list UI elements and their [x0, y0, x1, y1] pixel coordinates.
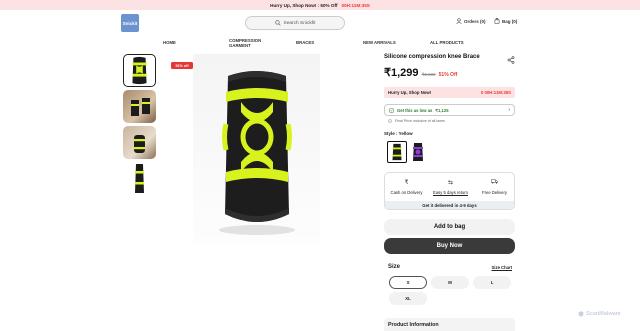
buy-now-button[interactable]: Buy Now	[384, 238, 515, 254]
discount-percent: 51% Off	[438, 72, 458, 78]
return-icon: ⇆	[447, 180, 454, 186]
leg-thumbnail-image	[134, 135, 145, 153]
size-header: Size Size Chart	[388, 264, 512, 270]
hurry-banner: Hurry Up, Shop Now! 0 00H:11M:35S	[384, 87, 515, 98]
purple-swatch-image	[413, 143, 423, 161]
final-price-text: Final Price inclusive of all taxes	[395, 119, 445, 123]
knee-brace-thumbnail-image	[132, 56, 147, 85]
size-option-xl[interactable]: XL	[389, 292, 427, 305]
rupee-icon: ₹	[404, 180, 409, 186]
chevron-right-icon: ›	[508, 107, 510, 113]
orders-link[interactable]: Orders (0)	[456, 18, 486, 24]
add-to-bag-button[interactable]: Add to bag	[384, 219, 515, 235]
sale-price: ₹1,299	[384, 67, 419, 79]
benefit-free-delivery-label: Free Delivery	[482, 190, 507, 195]
bag-icon	[494, 18, 500, 24]
site-header: Snickit Search Snickfit Orders (0) Bag (…	[0, 10, 640, 36]
promo-bar: Hurry Up, Shop Now! : 50% Off 00H:11M:35…	[0, 0, 640, 10]
size-option-l[interactable]: L	[473, 276, 511, 289]
search-placeholder: Search Snickfit	[283, 20, 316, 26]
price-row: ₹1,299 ₹2,699 51% Off	[384, 66, 457, 79]
orders-label: Orders (0)	[464, 18, 486, 24]
nav-item-home[interactable]: HOME	[163, 40, 176, 45]
hurry-timer: 0 00H:11M:35S	[480, 90, 511, 95]
main-product-image[interactable]	[193, 54, 320, 244]
nav-item-braces[interactable]: BRACES	[296, 40, 314, 45]
style-option-purple[interactable]	[408, 141, 428, 163]
product-details: Silicone compression knee Brace ₹1,299 ₹…	[384, 54, 515, 331]
offer-price-box[interactable]: Get this as low as ₹1,125 ›	[384, 104, 515, 116]
thumbnail-list	[123, 54, 156, 198]
size-chart-link[interactable]: Size Chart	[492, 265, 512, 270]
discount-badge: 51% off	[171, 62, 193, 69]
thumbnail-4[interactable]	[123, 162, 156, 195]
benefit-cod: ₹ Cash on Delivery	[385, 179, 428, 195]
size-option-s[interactable]: S	[389, 276, 427, 289]
logo[interactable]: Snickit	[121, 14, 139, 32]
product-information-header[interactable]: Product Information	[384, 318, 515, 331]
main-nav: HOME COMPRESSION GARMENT BRACES NEW ARRI…	[150, 36, 490, 48]
thumbnail-3[interactable]	[123, 126, 156, 159]
offer-prefix: Get this as low as	[397, 107, 433, 113]
size-option-m[interactable]: M	[431, 276, 469, 289]
hurry-text: Hurry Up, Shop Now!	[388, 90, 432, 95]
info-icon	[388, 119, 392, 123]
nav-item-all-products[interactable]: ALL PRODUCTS	[430, 40, 464, 45]
promo-timer: 00H:11M:35S	[341, 2, 370, 8]
shield-icon	[578, 311, 584, 317]
style-option-yellow[interactable]	[387, 141, 407, 163]
product-title: Silicone compression knee Brace	[384, 54, 480, 60]
side-view-thumbnail-image	[135, 164, 144, 193]
logo-text: Snickit	[122, 20, 138, 26]
benefit-cod-label: Cash on Delivery	[390, 190, 423, 195]
benefits-box: ₹ Cash on Delivery ⇆ Easy 5 days return …	[384, 172, 515, 210]
bag-label: Bag (0)	[502, 18, 518, 24]
benefit-return[interactable]: ⇆ Easy 5 days return	[429, 179, 472, 195]
truck-icon	[473, 179, 514, 186]
lifestyle-thumbnail-image	[131, 98, 150, 116]
bag-link[interactable]: Bag (0)	[494, 18, 517, 24]
knee-brace-image	[219, 71, 295, 235]
style-label: Style : Yellow	[384, 131, 413, 136]
search-input[interactable]: Search Snickfit	[245, 16, 345, 30]
size-label: Size	[388, 264, 401, 270]
final-price-note: Final Price inclusive of all taxes	[388, 119, 445, 123]
promo-text: Hurry Up, Shop Now! : 50% Off	[270, 2, 338, 8]
benefit-free-delivery: Free Delivery	[473, 179, 514, 195]
search-icon	[274, 20, 281, 26]
share-icon[interactable]	[507, 56, 515, 64]
offer-price: ₹1,125	[435, 107, 449, 113]
nav-item-new-arrivals[interactable]: NEW ARRIVALS	[363, 40, 396, 45]
user-icon	[456, 18, 462, 24]
yellow-swatch-image	[392, 143, 402, 161]
thumbnail-1[interactable]	[123, 54, 156, 87]
thumbnail-2[interactable]	[123, 90, 156, 123]
nav-item-compression-garment[interactable]: COMPRESSION GARMENT	[229, 38, 265, 48]
tag-icon	[389, 107, 394, 113]
original-price: ₹2,699	[421, 72, 436, 77]
watermark: ScanMalware	[578, 311, 621, 317]
benefit-return-label: Easy 5 days return	[433, 190, 468, 195]
delivery-estimate: Get it delivered in 4-9 days	[385, 201, 514, 209]
watermark-text: ScanMalware	[586, 311, 621, 317]
